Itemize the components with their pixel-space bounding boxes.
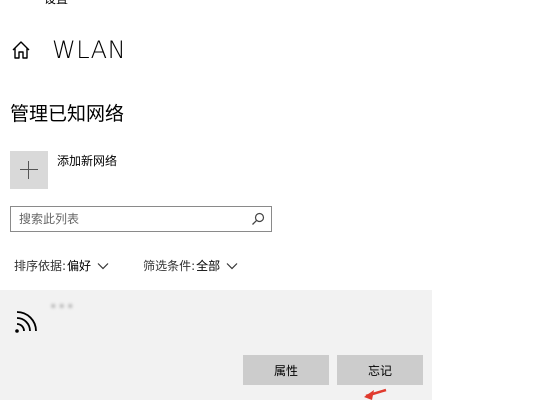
page-header: WLAN <box>10 36 126 64</box>
sort-label: 排序依据: <box>14 259 67 273</box>
filter-value: 全部 <box>196 259 221 273</box>
search-icon[interactable] <box>251 212 265 226</box>
home-icon[interactable] <box>10 39 32 61</box>
chevron-down-icon <box>97 262 109 269</box>
sort-dropdown[interactable]: 排序依据: 偏好 <box>14 257 109 274</box>
filter-bar: 排序依据: 偏好 筛选条件: 全部 <box>14 257 238 274</box>
search-input[interactable] <box>11 208 251 230</box>
add-network-label: 添加新网络 <box>57 154 118 168</box>
wifi-icon <box>15 311 37 333</box>
back-button[interactable]: ← <box>6 0 18 4</box>
network-name: ••• <box>50 300 76 313</box>
page-title: WLAN <box>52 36 127 64</box>
filter-dropdown[interactable]: 筛选条件: 全部 <box>143 257 238 274</box>
properties-button[interactable]: 属性 <box>243 355 329 385</box>
add-network-button[interactable]: 添加新网络 <box>10 151 117 189</box>
sort-value: 偏好 <box>67 259 92 273</box>
section-title: 管理已知网络 <box>10 103 125 125</box>
search-box[interactable] <box>10 206 272 232</box>
window-title: 设置 <box>44 0 68 7</box>
forget-button[interactable]: 忘记 <box>337 355 423 385</box>
filter-label: 筛选条件: <box>143 259 196 273</box>
known-network-item[interactable]: ••• 属性 忘记 <box>0 290 432 400</box>
plus-icon[interactable] <box>10 151 48 189</box>
chevron-down-icon <box>226 262 238 269</box>
